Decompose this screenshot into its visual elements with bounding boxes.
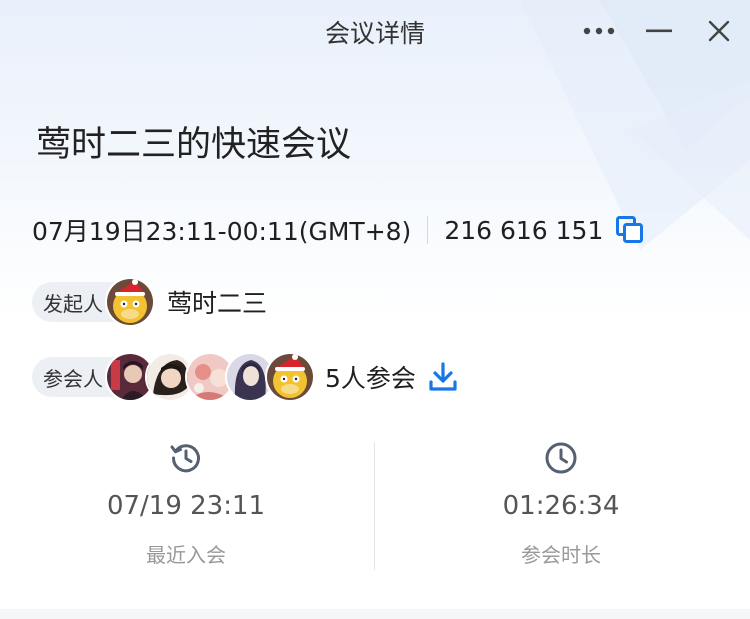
minimize-icon [646,29,672,33]
meeting-meta: 07月19日23:11-00:11(GMT+8) 216 616 151 [32,210,645,250]
bottom-strip [0,609,750,619]
avatar-psyduck-image [267,354,313,400]
more-icon [583,27,615,35]
title-bar: 会议详情 [0,0,750,62]
download-icon [429,362,457,391]
duration-label: 参会时长 [521,543,601,567]
attendees-label: 参会人 [43,366,103,391]
meeting-stats: 07/19 23:11 最近入会 01:26:34 参会时长 [0,440,750,570]
last-join-value: 07/19 23:11 [106,491,266,521]
close-icon [708,20,730,42]
attendees-row: 参会人 5人参会 [32,352,460,402]
close-button[interactable] [699,12,739,50]
meeting-time-range: 07月19日23:11-00:11(GMT+8) [32,217,412,246]
window-title: 会议详情 [324,19,425,48]
host-label: 发起人 [43,291,103,316]
download-attendees-button[interactable] [426,360,460,394]
attendee-avatar[interactable] [265,352,315,402]
last-join-label: 最近入会 [146,543,226,567]
meeting-title: 莺时二三的快速会议 [36,125,352,165]
attendee-avatars[interactable] [105,352,315,402]
last-join-stat: 07/19 23:11 最近入会 [0,440,372,568]
meeting-detail-window: 会议详情 莺时二三的快速会议 07月19日23:11-00:11(GMT+8) … [0,0,750,619]
history-clock-icon [170,444,200,473]
host-name: 莺时二三 [167,289,268,318]
avatar-psyduck-image [107,279,153,325]
copy-meeting-id-button[interactable] [615,215,645,245]
more-button[interactable] [579,12,619,50]
attendee-count: 5人参会 [325,364,416,393]
copy-icon [616,216,644,243]
meta-divider [427,216,429,244]
duration-stat: 01:26:34 参会时长 [375,440,747,568]
duration-value: 01:26:34 [502,491,620,521]
minimize-button[interactable] [639,12,679,50]
host-avatar[interactable] [105,277,155,327]
meeting-id[interactable]: 216 616 151 [444,216,603,245]
host-row: 发起人 莺时二三 [32,277,267,327]
clock-icon [545,442,577,474]
